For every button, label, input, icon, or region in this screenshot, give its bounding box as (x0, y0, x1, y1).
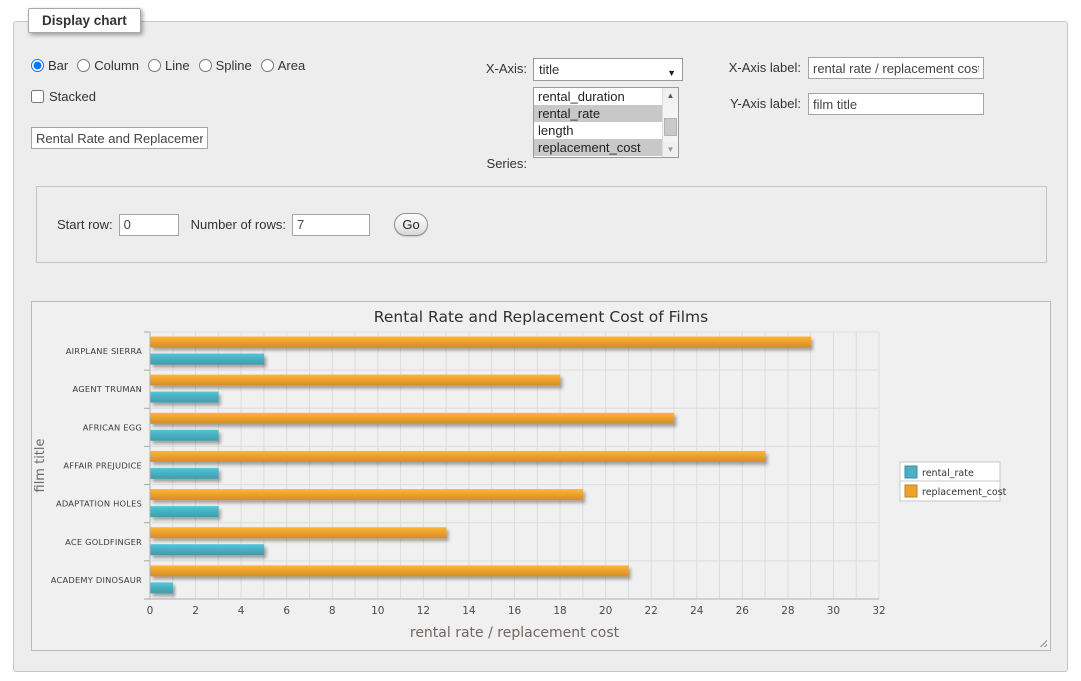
bar-replacement_cost-0 (151, 337, 811, 348)
category-label: ACE GOLDFINGER (65, 537, 142, 547)
legend-item-replacement_cost: replacement_cost (900, 481, 1007, 501)
category-label: AGENT TRUMAN (73, 384, 142, 394)
scroll-down-icon[interactable]: ▼ (663, 142, 678, 157)
num-rows-input[interactable] (292, 214, 370, 236)
chart-title-input[interactable] (31, 127, 208, 149)
x-tick-label: 0 (147, 605, 154, 617)
stacked-checkbox[interactable] (31, 90, 44, 103)
listbox-scrollbar[interactable]: ▲ ▼ (662, 88, 678, 157)
x-axis-field-label: X-Axis: (462, 58, 527, 80)
x-tick-label: 2 (192, 605, 199, 617)
x-tick-label: 16 (508, 605, 522, 617)
go-button[interactable]: Go (394, 213, 428, 236)
x-axis-selected-value: title (539, 62, 559, 77)
x-tick-label: 30 (827, 605, 840, 617)
bar-chart-svg: AIRPLANE SIERRA AGENT TRUMAN AFRICAN EGG AF… (32, 302, 1050, 650)
spline-radio[interactable] (199, 59, 212, 72)
start-row-input[interactable] (119, 214, 179, 236)
chart-type-radio-group: Bar Column Line Spline Area (31, 58, 314, 73)
x-axis-title: rental rate / replacement cost (410, 625, 620, 641)
x-tick-label: 6 (283, 605, 290, 617)
bar-rental_rate-5 (151, 544, 265, 555)
column-radio-label: Column (94, 58, 139, 73)
bar-replacement_cost-4 (151, 489, 584, 500)
x-tick-label: 10 (371, 605, 384, 617)
bar-chart: AIRPLANE SIERRA AGENT TRUMAN AFRICAN EGG AF… (32, 302, 1050, 650)
bar-radio[interactable] (31, 59, 44, 72)
num-rows-label: Number of rows: (191, 217, 286, 232)
bar-rental_rate-0 (151, 354, 265, 365)
line-radio-label: Line (165, 58, 190, 73)
svg-text:replacement_cost: replacement_cost (922, 487, 1007, 498)
display-chart-fieldset: Display chart Bar Column Line Spline Are… (13, 21, 1068, 672)
spline-radio-label: Spline (216, 58, 252, 73)
x-tick-label: 20 (599, 605, 612, 617)
category-label: ACADEMY DINOSAUR (51, 575, 142, 585)
x-axis-label-input[interactable] (808, 57, 984, 79)
x-tick-label: 32 (872, 605, 885, 617)
bar-replacement_cost-6 (151, 565, 629, 576)
x-tick-label: 22 (645, 605, 658, 617)
chart-type-option-bar[interactable]: Bar (31, 58, 68, 73)
chart-type-option-line[interactable]: Line (148, 58, 190, 73)
area-radio[interactable] (261, 59, 274, 72)
row-range-box: Start row: Number of rows: Go (36, 186, 1047, 263)
bar-rental_rate-2 (151, 430, 219, 441)
x-axis-label-field-label: X-Axis label: (714, 57, 801, 79)
scroll-up-icon[interactable]: ▲ (663, 88, 678, 103)
series-option-length[interactable]: length (534, 122, 678, 139)
category-label: ADAPTATION HOLES (56, 499, 142, 509)
y-axis-label-field-label: Y-Axis label: (714, 93, 801, 115)
chart-type-option-area[interactable]: Area (261, 58, 305, 73)
category-label: AIRPLANE SIERRA (66, 346, 142, 356)
legend-item-rental_rate: rental_rate (900, 462, 1000, 482)
area-radio-label: Area (278, 58, 305, 73)
bar-rental_rate-4 (151, 506, 219, 517)
x-axis-select[interactable]: title ▼ (533, 58, 683, 81)
bar-rental_rate-1 (151, 392, 219, 403)
bar-rental_rate-3 (151, 468, 219, 479)
x-tick-label: 18 (553, 605, 566, 617)
series-field-label: Series: (462, 153, 527, 175)
y-axis-title: film title (33, 438, 48, 492)
chart-type-option-spline[interactable]: Spline (199, 58, 252, 73)
fieldset-legend: Display chart (28, 8, 141, 33)
line-radio[interactable] (148, 59, 161, 72)
x-tick-label: 14 (462, 605, 476, 617)
bar-replacement_cost-1 (151, 375, 561, 386)
svg-text:rental_rate: rental_rate (922, 468, 974, 479)
scrollbar-thumb[interactable] (664, 118, 677, 136)
x-tick-label: 8 (329, 605, 336, 617)
series-listbox[interactable]: rental_duration rental_rate length repla… (533, 87, 679, 158)
chevron-down-icon: ▼ (667, 65, 676, 82)
x-tick-label: 4 (238, 605, 245, 617)
bar-radio-label: Bar (48, 58, 68, 73)
y-axis-label-input[interactable] (808, 93, 984, 115)
x-tick-label: 24 (690, 605, 704, 617)
bar-replacement_cost-2 (151, 413, 675, 424)
bar-replacement_cost-5 (151, 527, 447, 538)
chart-type-option-column[interactable]: Column (77, 58, 139, 73)
start-row-label: Start row: (57, 217, 113, 232)
bar-replacement_cost-3 (151, 451, 766, 462)
chart-panel: AIRPLANE SIERRA AGENT TRUMAN AFRICAN EGG AF… (31, 301, 1051, 651)
column-radio[interactable] (77, 59, 90, 72)
chart-title: Rental Rate and Replacement Cost of Film… (374, 308, 708, 326)
x-tick-label: 12 (417, 605, 430, 617)
x-tick-label: 26 (736, 605, 750, 617)
stacked-label: Stacked (49, 89, 96, 104)
bar-rental_rate-6 (151, 582, 174, 593)
series-option-rental-rate[interactable]: rental_rate (534, 105, 678, 122)
series-option-replacement-cost[interactable]: replacement_cost (534, 139, 678, 156)
x-tick-label: 28 (781, 605, 794, 617)
category-label: AFRICAN EGG (83, 422, 142, 432)
series-option-rental-duration[interactable]: rental_duration (534, 88, 678, 105)
category-label: AFFAIR PREJUDICE (63, 461, 142, 471)
stacked-option[interactable]: Stacked (31, 89, 96, 104)
